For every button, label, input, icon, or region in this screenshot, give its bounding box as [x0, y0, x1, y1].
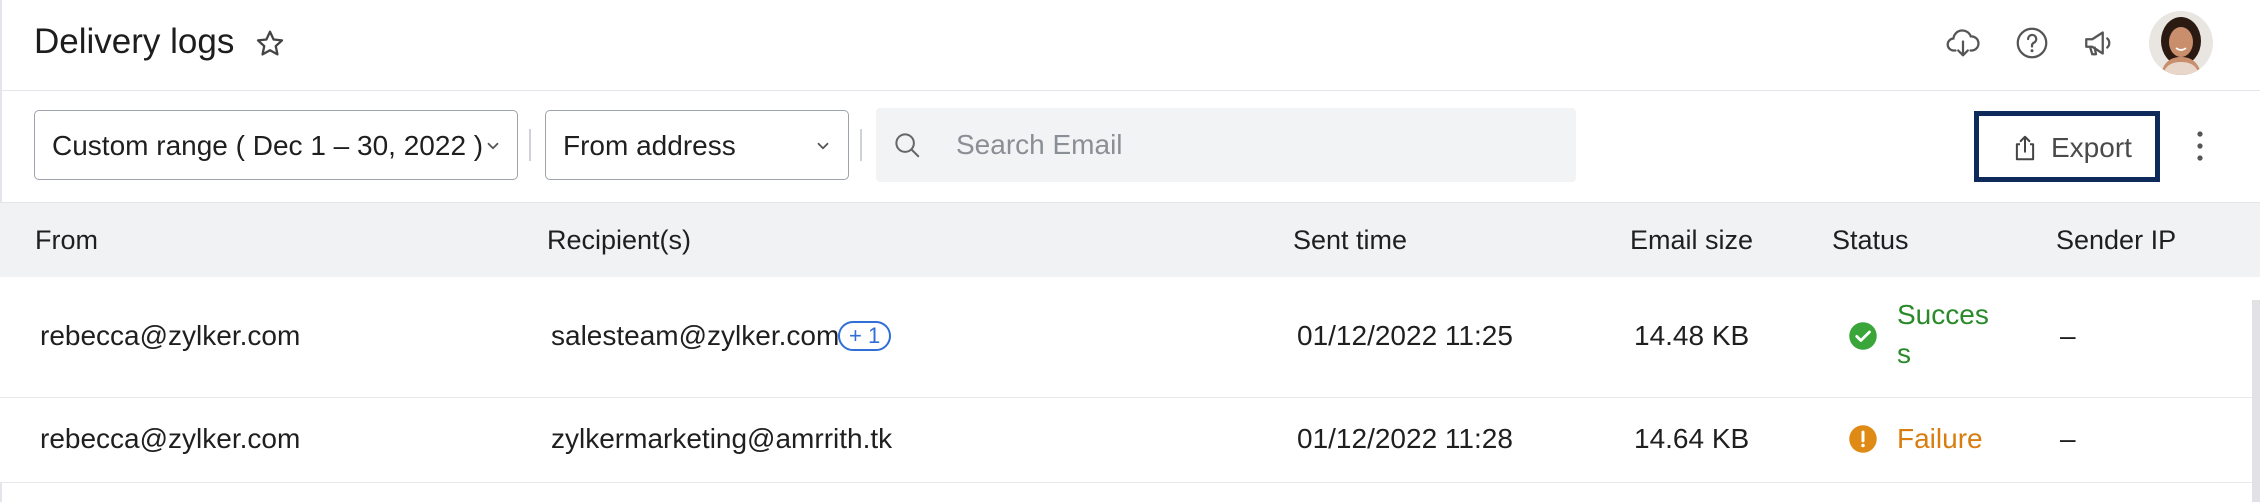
table-row[interactable]: rebecca@zylker.com salesteam@zylker.com … [0, 277, 2260, 398]
from-address-value: From address [563, 130, 736, 161]
success-icon [1849, 322, 1877, 350]
avatar[interactable] [2149, 11, 2213, 75]
column-header-from[interactable]: From [35, 224, 98, 256]
toolbar-divider [860, 129, 862, 161]
table-row[interactable]: rebecca@zylker.com zylkermarketing@amrri… [0, 398, 2260, 483]
cell-sender-ip: – [2060, 320, 2076, 351]
cell-status: Failure [1897, 423, 1983, 454]
cell-email-size: 14.64 KB [1634, 423, 1750, 454]
star-icon[interactable] [254, 28, 286, 60]
cell-email-size: 14.48 KB [1634, 320, 1750, 351]
cell-status-line1: Succes [1897, 299, 1989, 330]
cell-from: rebecca@zylker.com [40, 423, 301, 454]
cell-sent-time: 01/12/2022 11:25 [1297, 320, 1513, 351]
cloud-download-icon[interactable] [1945, 25, 1981, 61]
more-options-icon[interactable] [2190, 129, 2210, 163]
column-header-sender-ip[interactable]: Sender IP [2056, 224, 2176, 256]
cell-recipient: zylkermarketing@amrrith.tk [551, 423, 893, 454]
table-header: From Recipient(s) Sent time Email size S… [0, 202, 2260, 278]
delivery-logs-page: Delivery logs Custom range (Dec 1 – 30,… [0, 0, 2260, 502]
from-address-select[interactable]: From address [545, 110, 849, 180]
vertical-scrollbar[interactable] [2252, 300, 2260, 502]
cell-sender-ip: – [2060, 423, 2076, 454]
search-icon [895, 133, 920, 158]
column-header-sent-time[interactable]: Sent time [1293, 224, 1407, 256]
date-range-select[interactable]: Custom range ( Dec 1 – 30, 2022 ) [34, 110, 518, 180]
cell-from: rebecca@zylker.com [40, 320, 301, 351]
export-button[interactable]: Export [1974, 111, 2160, 182]
extra-recipients-badge[interactable]: + 1 [838, 321, 892, 351]
toolbar-divider [529, 129, 531, 161]
column-header-recipients[interactable]: Recipient(s) [547, 224, 691, 256]
column-header-status[interactable]: Status [1832, 224, 1909, 256]
column-header-email-size[interactable]: Email size [1630, 224, 1753, 256]
export-label: Export [2051, 132, 2132, 163]
cell-status-line2: s [1897, 338, 1911, 369]
announcement-icon[interactable] [2081, 25, 2117, 61]
date-range-value: Custom range ( Dec 1 – 30, 2022 ) [52, 130, 484, 161]
search-box[interactable]: Search Email [876, 108, 1576, 182]
chevron-down-icon [487, 142, 499, 150]
upload-icon [2015, 135, 2035, 161]
page-title: Delivery logs [34, 22, 235, 61]
cell-recipient: salesteam@zylker.com [551, 320, 840, 351]
cell-sent-time: 01/12/2022 11:28 [1297, 423, 1513, 454]
warning-icon [1849, 425, 1877, 453]
search-input[interactable]: Search Email [956, 129, 1123, 161]
chevron-down-icon [817, 142, 829, 150]
page-header: Delivery logs [0, 0, 2260, 91]
help-icon[interactable] [2014, 25, 2050, 61]
